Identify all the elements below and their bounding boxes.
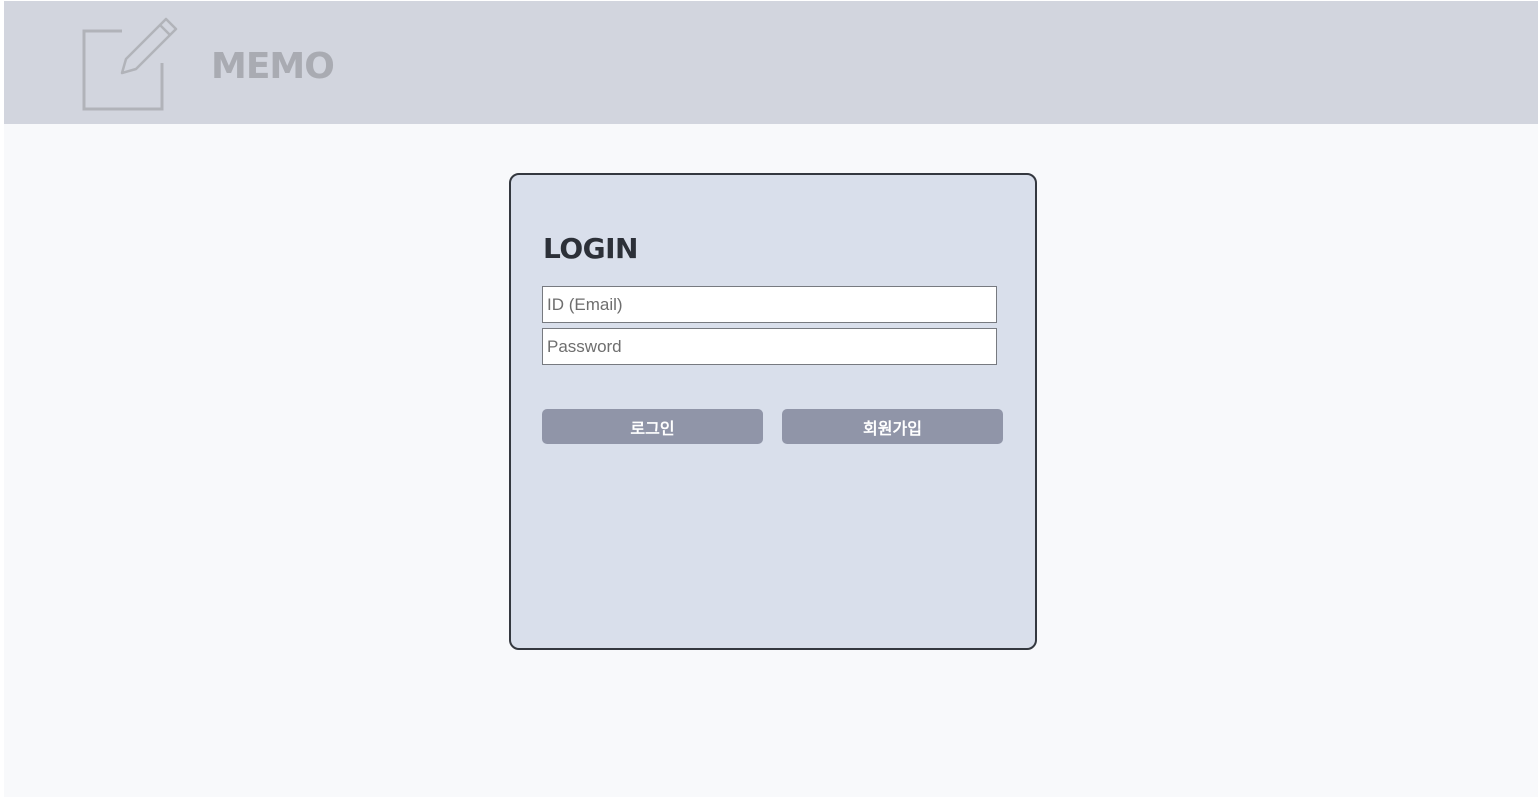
edit-note-icon xyxy=(82,17,178,111)
id-email-input[interactable] xyxy=(542,286,997,323)
login-title: LOGIN xyxy=(543,232,638,265)
password-input[interactable] xyxy=(542,328,997,365)
login-button[interactable]: 로그인 xyxy=(542,409,763,444)
signup-button[interactable]: 회원가입 xyxy=(782,409,1003,444)
login-card: LOGIN 로그인 회원가입 xyxy=(509,173,1037,650)
header-bar: MEMO xyxy=(4,1,1538,124)
page: MEMO LOGIN 로그인 회원가입 xyxy=(4,1,1538,797)
app-title: MEMO xyxy=(211,46,335,87)
